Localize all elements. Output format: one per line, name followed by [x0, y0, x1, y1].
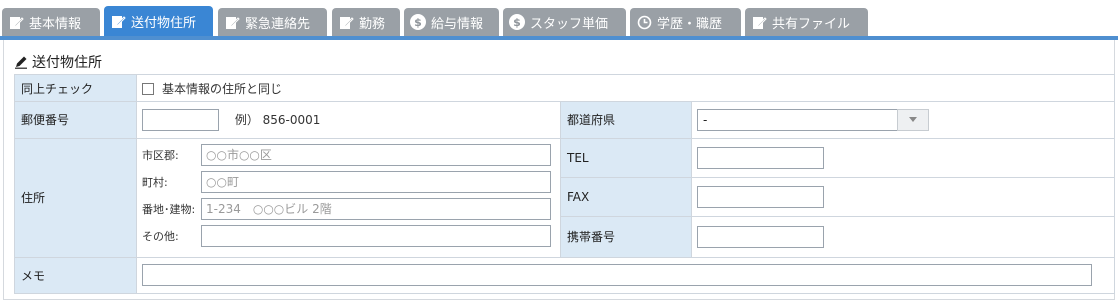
pencil-icon	[14, 55, 28, 69]
tab-staff-rate[interactable]: $ スタッフ単価	[503, 8, 626, 36]
mobile-cell	[691, 216, 1115, 258]
postal-cell: 例） 856-0001	[136, 101, 561, 139]
section-title: 送付物住所	[14, 52, 102, 72]
form-row-postal: 郵便番号 例） 856-0001 都道府県 -	[14, 101, 1115, 139]
memo-cell	[136, 256, 1115, 295]
address-block-input[interactable]	[201, 198, 551, 221]
form-row-same-check: 同上チェック 基本情報の住所と同じ	[14, 73, 1115, 103]
fax-cell	[691, 176, 1115, 218]
dollar-icon: $	[509, 14, 525, 30]
memo-label: メモ	[14, 256, 137, 295]
address-city-row: 市区郡:	[137, 142, 560, 169]
form-row-address-tel: 住所 市区郡: 町村: 番地･建物: その他:	[14, 137, 1115, 258]
edit-icon	[338, 14, 354, 30]
prefecture-dropdown-button[interactable]	[897, 108, 929, 131]
tab-education-career[interactable]: 学歴・職歴	[630, 8, 741, 36]
address-town-input[interactable]	[201, 171, 551, 194]
same-address-checkbox[interactable]	[142, 83, 154, 96]
address-block-row: 番地･建物:	[137, 196, 560, 223]
tel-cell	[691, 137, 1115, 178]
prefecture-cell: -	[691, 101, 1115, 139]
tab-shared-files[interactable]: 共有ファイル	[745, 8, 868, 36]
mobile-label: 携帯番号	[560, 216, 692, 258]
tab-bar: 基本情報 送付物住所 緊急連絡先 勤務 $ 給与情報 $ スタッフ単価 学歴・職…	[0, 0, 1118, 40]
content-panel: 送付物住所 同上チェック 基本情報の住所と同じ 郵便番号 例） 856-0001…	[3, 40, 1115, 300]
mobile-input[interactable]	[697, 225, 824, 248]
edit-icon	[8, 14, 24, 30]
address-town-label: 町村:	[142, 176, 168, 190]
tab-label: スタッフ単価	[530, 16, 609, 32]
tab-shipping-address[interactable]: 送付物住所	[104, 6, 213, 36]
tel-input[interactable]	[697, 146, 824, 169]
tab-label: 学歴・職歴	[657, 16, 723, 32]
tab-emergency-contact[interactable]: 緊急連絡先	[218, 8, 327, 36]
address-town-row: 町村:	[137, 169, 560, 196]
postal-label: 郵便番号	[14, 101, 137, 139]
dollar-icon: $	[410, 14, 426, 30]
clock-icon	[636, 14, 652, 30]
postal-example: 例） 856-0001	[234, 112, 321, 127]
prefecture-label: 都道府県	[560, 101, 692, 139]
memo-input[interactable]	[142, 264, 1092, 287]
prefecture-select[interactable]: -	[697, 108, 897, 131]
address-city-label: 市区郡:	[142, 149, 179, 163]
tab-work[interactable]: 勤務	[332, 8, 400, 36]
form-row-memo: メモ	[14, 256, 1115, 295]
address-other-label: その他:	[142, 230, 179, 244]
edit-icon	[110, 13, 126, 29]
same-check-label: 同上チェック	[14, 73, 137, 103]
section-title-text: 送付物住所	[32, 55, 102, 71]
tab-basic-info[interactable]: 基本情報	[2, 8, 100, 36]
tab-label: 勤務	[359, 16, 386, 32]
address-cell: 市区郡: 町村: 番地･建物: その他:	[136, 137, 561, 258]
prefecture-selected: -	[703, 112, 708, 127]
address-block-label: 番地･建物:	[142, 203, 196, 217]
postal-code-input[interactable]	[142, 108, 219, 131]
tab-label: 共有ファイル	[772, 16, 851, 32]
address-form: 同上チェック 基本情報の住所と同じ 郵便番号 例） 856-0001 都道府県 …	[14, 73, 1115, 295]
edit-icon	[224, 14, 240, 30]
address-city-input[interactable]	[201, 144, 551, 167]
fax-label: FAX	[560, 176, 692, 218]
tab-salary-info[interactable]: $ 給与情報	[404, 8, 499, 36]
edit-icon	[751, 14, 767, 30]
tab-label: 基本情報	[29, 16, 82, 32]
fax-input[interactable]	[697, 186, 824, 209]
address-other-input[interactable]	[201, 225, 551, 248]
same-check-cell: 基本情報の住所と同じ	[136, 73, 1115, 103]
address-label: 住所	[14, 137, 137, 258]
tab-label: 給与情報	[431, 16, 484, 32]
tab-label: 緊急連絡先	[245, 16, 311, 32]
same-address-checkbox-text[interactable]: 基本情報の住所と同じ	[162, 82, 282, 96]
address-other-row: その他:	[137, 223, 560, 250]
tab-label: 送付物住所	[131, 15, 197, 31]
tel-label: TEL	[560, 137, 692, 178]
chevron-down-icon	[909, 117, 917, 123]
